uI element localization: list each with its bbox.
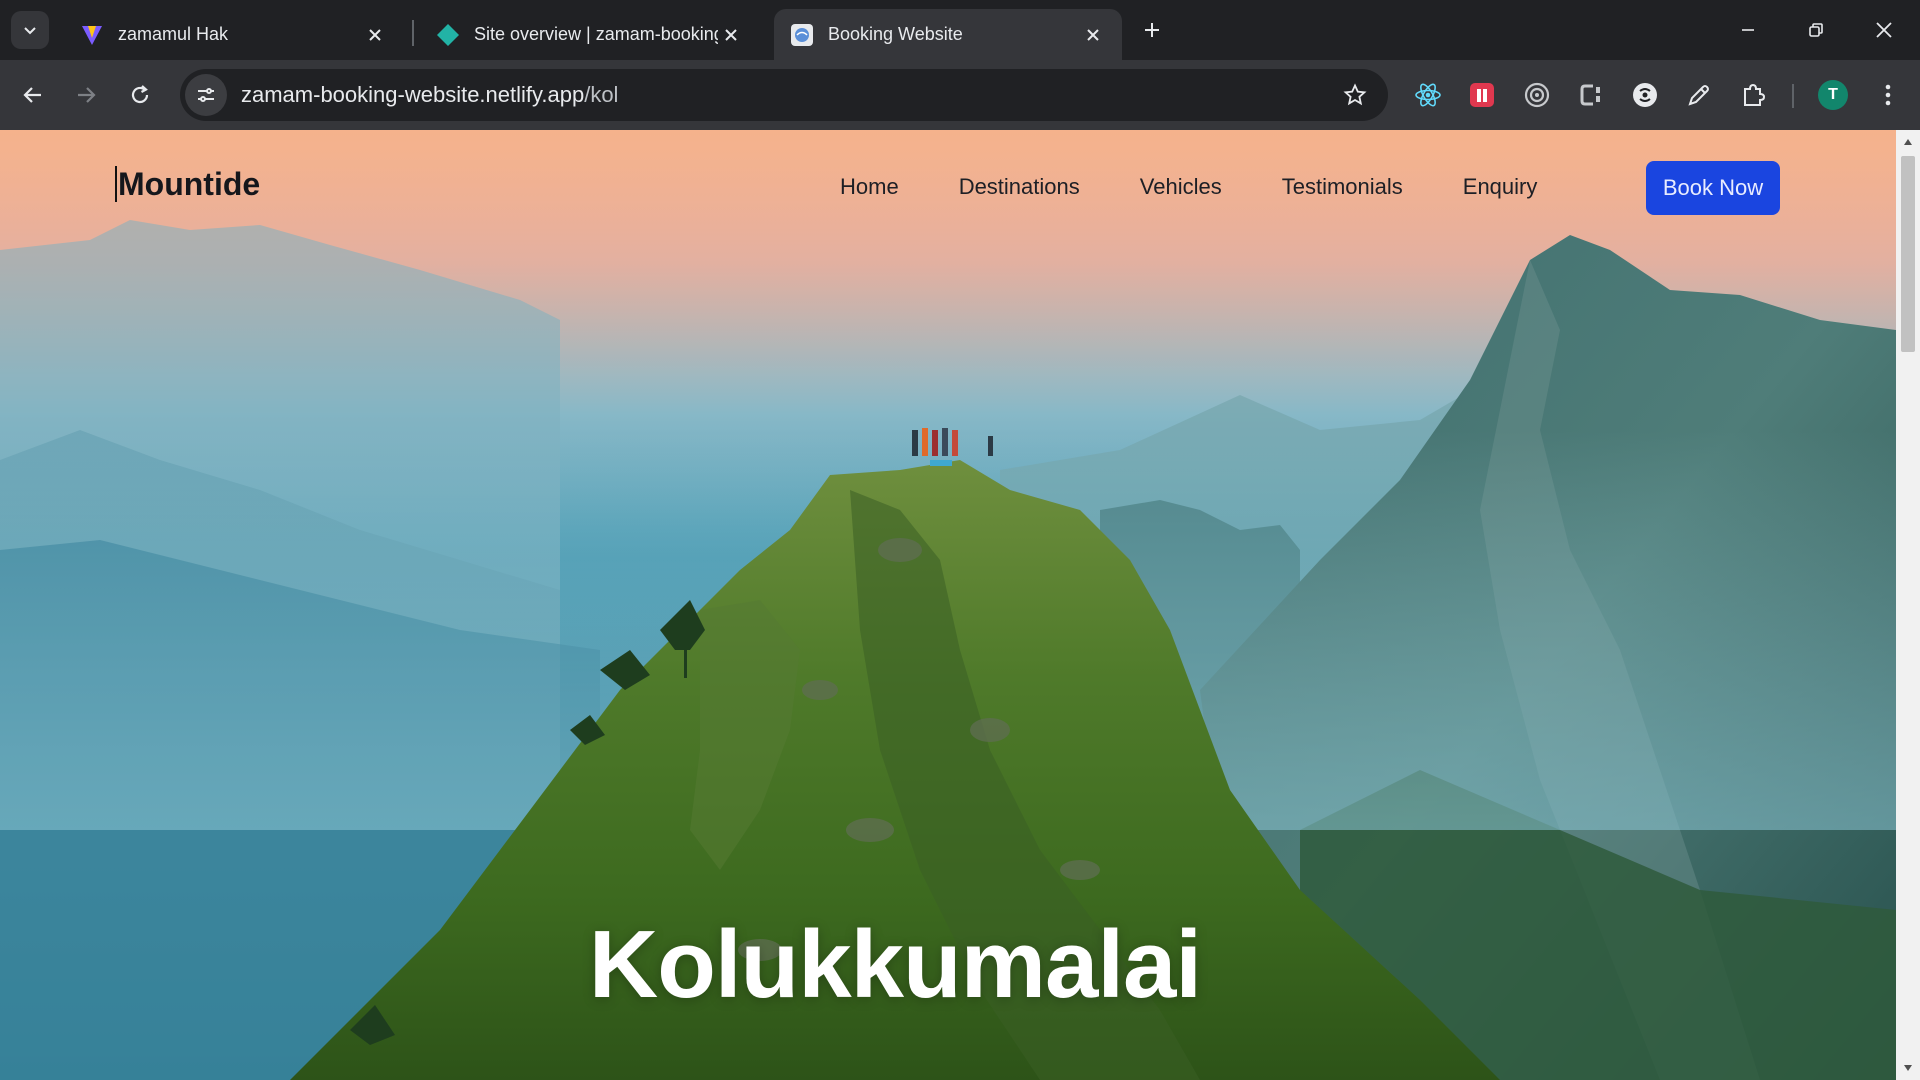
url-path: /kol xyxy=(584,82,619,107)
toolbar-divider xyxy=(1792,84,1794,108)
new-tab-button[interactable] xyxy=(1136,12,1168,48)
restore-button[interactable] xyxy=(1794,8,1838,52)
hero-title: Kolukkumalai xyxy=(588,911,1202,1018)
browser-menu-button[interactable] xyxy=(1870,77,1906,113)
react-devtools-icon[interactable] xyxy=(1410,77,1446,113)
tab-zamamul-hak[interactable]: zamamul Hak xyxy=(64,9,404,60)
profile-avatar[interactable]: T xyxy=(1818,80,1848,110)
close-icon[interactable] xyxy=(362,22,388,48)
color-picker-icon[interactable] xyxy=(1681,77,1717,113)
nav-testimonials-link[interactable]: Testimonials xyxy=(1282,174,1403,200)
extension-red-icon[interactable] xyxy=(1464,77,1500,113)
chevron-down-icon xyxy=(24,27,36,35)
globe-favicon-icon xyxy=(790,23,814,47)
triangle-down-icon xyxy=(1904,1065,1912,1071)
star-icon xyxy=(1343,83,1367,106)
arrow-right-icon xyxy=(78,87,96,103)
scroll-down-arrow[interactable] xyxy=(1896,1058,1920,1078)
nav-links: Home Destinations Vehicles Testimonials … xyxy=(840,174,1597,200)
tab-title: zamamul Hak xyxy=(118,24,229,44)
target-icon[interactable] xyxy=(1519,77,1555,113)
site-logo[interactable]: Mountide xyxy=(115,166,260,202)
plus-icon xyxy=(1145,23,1159,37)
arrow-left-icon xyxy=(23,87,41,103)
address-bar[interactable]: zamam-booking-website.netlify.app/kol xyxy=(180,69,1388,121)
scroll-up-arrow[interactable] xyxy=(1896,132,1920,152)
tab-strip: zamamul Hak Site overview | zamam-bookin… xyxy=(0,0,1920,60)
reload-icon xyxy=(131,85,149,104)
tab-title: Booking Website xyxy=(828,24,963,44)
url-host: zamam-booking-website.netlify.app xyxy=(241,82,585,107)
minimize-button[interactable] xyxy=(1726,8,1770,52)
tab-title: Site overview | zamam-booking xyxy=(474,24,718,44)
tab-search-button[interactable] xyxy=(11,11,49,49)
close-icon[interactable] xyxy=(718,22,744,48)
netlify-logo-icon xyxy=(436,23,460,47)
close-icon xyxy=(1876,22,1892,38)
reload-button[interactable] xyxy=(119,74,161,116)
tab-site-overview[interactable]: Site overview | zamam-booking xyxy=(420,9,760,60)
puzzle-icon[interactable] xyxy=(1735,77,1771,113)
restore-icon xyxy=(1809,23,1823,37)
scrollbar-thumb[interactable] xyxy=(1901,156,1915,352)
tab-separator xyxy=(412,20,414,46)
tab-booking-website[interactable]: Booking Website xyxy=(774,9,1122,60)
browser-toolbar: zamam-booking-website.netlify.app/kol T xyxy=(0,60,1920,130)
page-scrollbar[interactable] xyxy=(1896,130,1920,1080)
tune-icon xyxy=(198,88,214,102)
extension-circle-icon[interactable] xyxy=(1627,77,1663,113)
back-button[interactable] xyxy=(12,74,54,116)
nav-vehicles-link[interactable]: Vehicles xyxy=(1140,174,1222,200)
css-extension-icon[interactable] xyxy=(1573,77,1609,113)
minimize-icon xyxy=(1742,29,1754,31)
close-icon[interactable] xyxy=(1080,22,1106,48)
close-window-button[interactable] xyxy=(1862,8,1906,52)
site-navbar: Mountide Home Destinations Vehicles Test… xyxy=(0,130,1896,230)
nav-destinations-link[interactable]: Destinations xyxy=(959,174,1080,200)
forward-button[interactable] xyxy=(65,74,107,116)
triangle-up-icon xyxy=(1904,139,1912,145)
page-viewport: Mountide Home Destinations Vehicles Test… xyxy=(0,130,1896,1080)
url-text[interactable]: zamam-booking-website.netlify.app/kol xyxy=(241,82,1334,108)
bookmark-button[interactable] xyxy=(1334,74,1376,116)
site-info-button[interactable] xyxy=(185,74,227,116)
nav-enquiry-link[interactable]: Enquiry xyxy=(1463,174,1538,200)
vite-logo-icon xyxy=(80,23,104,47)
book-now-button[interactable]: Book Now xyxy=(1646,161,1780,215)
nav-home-link[interactable]: Home xyxy=(840,174,899,200)
more-vert-icon xyxy=(1885,84,1891,106)
